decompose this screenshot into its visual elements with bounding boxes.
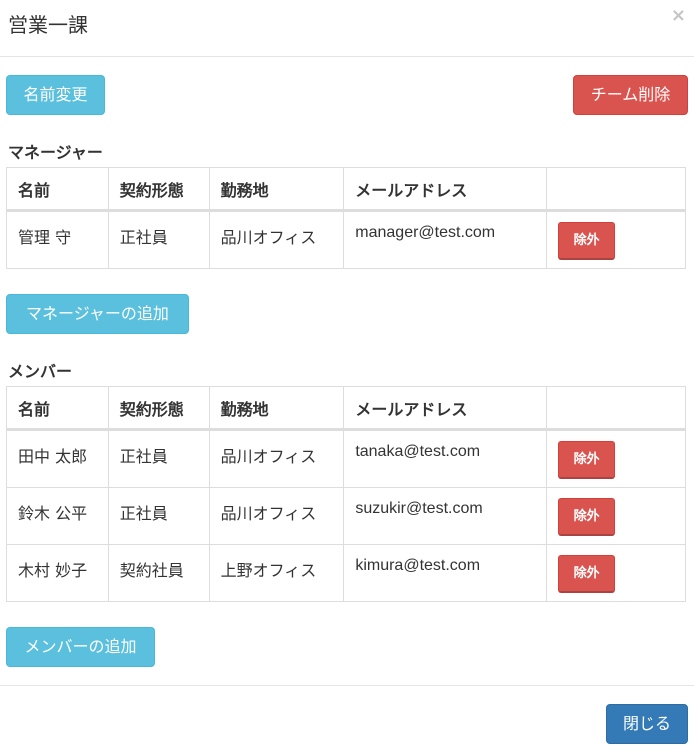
close-icon[interactable]: × [671,7,686,25]
table-row: 管理 守 正社員 品川オフィス manager@test.com 除外 [6,210,686,269]
col-header-email: メールアドレス [343,386,548,431]
cell-actions: 除外 [546,210,686,269]
cell-contract: 正社員 [107,487,210,545]
table-row: 田中 太郎 正社員 品川オフィス tanaka@test.com 除外 [6,429,686,488]
cell-contract: 正社員 [107,429,210,488]
cell-name: 田中 太郎 [6,429,109,488]
col-header-contract: 契約形態 [107,386,210,431]
cell-name: 管理 守 [6,210,109,269]
managers-heading: マネージャー [8,143,103,162]
cell-email: manager@test.com [343,210,548,269]
modal-title: 営業一課 [8,13,88,37]
modal-footer: 閉じる [0,685,694,750]
remove-member-button[interactable]: 除外 [558,441,616,479]
cell-name: 木村 妙子 [6,544,109,602]
cell-location: 上野オフィス [208,544,345,602]
col-header-email: メールアドレス [343,167,548,212]
cell-location: 品川オフィス [208,210,345,269]
cell-location: 品川オフィス [208,429,345,488]
members-table: 名前 契約形態 勤務地 メールアドレス 田中 太郎 正社員 品川オフィス tan… [6,386,686,602]
cell-location: 品川オフィス [208,487,345,545]
members-heading: メンバー [8,362,73,381]
cell-actions: 除外 [546,429,686,488]
cell-contract: 正社員 [107,210,210,269]
remove-manager-button[interactable]: 除外 [558,222,616,260]
col-header-name: 名前 [6,167,109,212]
rename-button[interactable]: 名前変更 [6,75,105,115]
col-header-location: 勤務地 [208,167,345,212]
col-header-name: 名前 [6,386,109,431]
remove-member-button[interactable]: 除外 [558,498,616,536]
cell-email: suzukir@test.com [343,487,548,545]
add-manager-button[interactable]: マネージャーの追加 [6,294,189,334]
table-row: 鈴木 公平 正社員 品川オフィス suzukir@test.com 除外 [6,487,686,545]
table-header-row: 名前 契約形態 勤務地 メールアドレス [6,167,686,212]
cell-email: tanaka@test.com [343,429,548,488]
modal-header: 営業一課 × [0,0,694,57]
cell-name: 鈴木 公平 [6,487,109,545]
table-row: 木村 妙子 契約社員 上野オフィス kimura@test.com 除外 [6,544,686,602]
close-button[interactable]: 閉じる [606,704,688,744]
col-header-location: 勤務地 [208,386,345,431]
cell-contract: 契約社員 [107,544,210,602]
managers-table: 名前 契約形態 勤務地 メールアドレス 管理 守 正社員 品川オフィス mana… [6,167,686,269]
col-header-contract: 契約形態 [107,167,210,212]
remove-member-button[interactable]: 除外 [558,555,616,593]
col-header-actions [546,167,686,212]
table-header-row: 名前 契約形態 勤務地 メールアドレス [6,386,686,431]
cell-actions: 除外 [546,487,686,545]
delete-team-button[interactable]: チーム削除 [573,75,688,115]
add-member-button[interactable]: メンバーの追加 [6,627,155,667]
col-header-actions [546,386,686,431]
cell-email: kimura@test.com [343,544,548,602]
cell-actions: 除外 [546,544,686,602]
